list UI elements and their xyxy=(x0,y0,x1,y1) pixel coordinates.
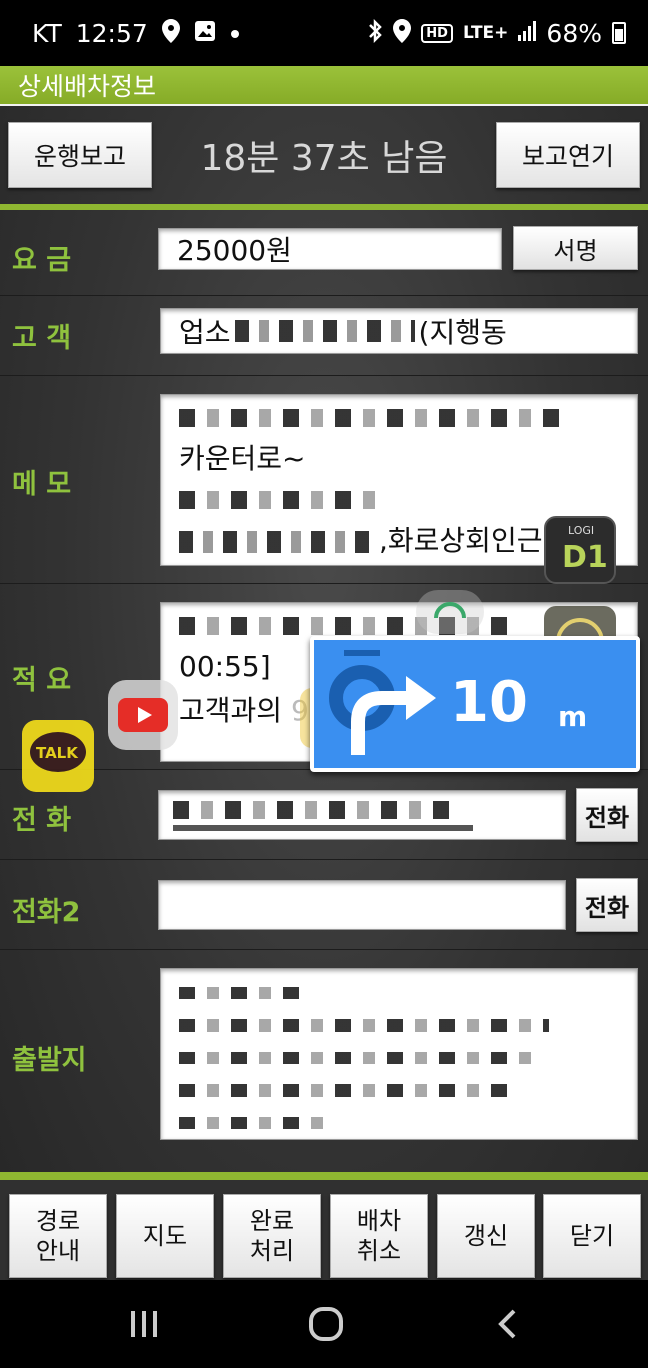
phone-label: 전 화 xyxy=(12,805,72,836)
system-navigation-bar xyxy=(0,1280,648,1368)
memo-line-2: 카운터로~ xyxy=(179,442,306,475)
redacted-text xyxy=(179,1084,519,1097)
summary-line-2: 00:55] xyxy=(179,650,271,683)
summary-label: 적 요 xyxy=(12,665,72,696)
clock: 12:57 xyxy=(75,18,148,48)
signal-icon xyxy=(518,20,537,46)
customer-suffix: (지행동 xyxy=(418,316,507,349)
kakaotalk-icon[interactable]: TALK xyxy=(22,720,94,792)
complete-button[interactable]: 완료 처리 xyxy=(223,1194,321,1278)
redacted-text xyxy=(179,1116,329,1130)
customer-prefix: 업소 xyxy=(179,316,231,349)
phone-row: 전 화 전화 xyxy=(0,770,648,860)
logi-app-bubble[interactable]: LOGI D1 xyxy=(544,516,616,584)
back-icon[interactable] xyxy=(478,1302,538,1346)
driving-report-button[interactable]: 운행보고 xyxy=(8,122,152,188)
redacted-text xyxy=(179,1051,539,1065)
customer-row: 고 객 업소 (지행동 xyxy=(0,288,648,376)
departure-label: 출발지 xyxy=(12,1045,87,1076)
battery-percent: 68% xyxy=(546,18,602,48)
navigation-turn-widget[interactable]: 10 m xyxy=(310,636,640,772)
sign-button[interactable]: 서명 xyxy=(513,226,638,270)
hd-badge: HD xyxy=(421,23,453,43)
logi-label: LOGI xyxy=(568,524,595,537)
network-type: LTE+ xyxy=(462,23,509,43)
postpone-report-button[interactable]: 보고연기 xyxy=(496,122,640,188)
talk-label: TALK xyxy=(36,744,78,762)
top-panel: 운행보고 18분 37초 남음 보고연기 xyxy=(0,106,648,210)
youtube-icon[interactable] xyxy=(108,680,178,750)
customer-label: 고 객 xyxy=(12,323,72,354)
home-icon[interactable] xyxy=(296,1302,356,1346)
maps-bubble-icon[interactable] xyxy=(416,590,484,634)
customer-field[interactable]: 업소 (지행동 xyxy=(160,308,638,354)
call-button[interactable]: 전화 xyxy=(576,788,638,842)
page-title: 상세배차정보 xyxy=(0,66,648,106)
turn-distance-unit: m xyxy=(558,700,588,733)
cancel-dispatch-button[interactable]: 배차 취소 xyxy=(330,1194,428,1278)
memo-label: 메 모 xyxy=(12,469,72,500)
close-button[interactable]: 닫기 xyxy=(543,1194,641,1278)
redacted-text xyxy=(173,825,473,831)
fare-label: 요 금 xyxy=(12,245,72,276)
battery-icon xyxy=(612,22,626,44)
phone2-field[interactable] xyxy=(158,880,566,930)
redacted-text xyxy=(179,409,559,427)
remaining-timer: 18분 37초 남음 xyxy=(200,138,448,179)
fare-field[interactable]: 25000원 xyxy=(158,228,502,270)
redacted-text xyxy=(179,987,309,1000)
bottom-action-bar: 경로 안내 지도 완료 처리 배차 취소 갱신 닫기 xyxy=(0,1172,648,1280)
bluetooth-icon xyxy=(367,18,383,48)
memo-line-4-suffix: ,화로상회인근 xyxy=(379,524,543,557)
location-pin-icon xyxy=(161,18,180,48)
location-icon xyxy=(393,18,412,48)
phone-field[interactable] xyxy=(158,790,566,840)
departure-field[interactable] xyxy=(160,968,638,1140)
call2-button[interactable]: 전화 xyxy=(576,878,638,932)
gallery-icon xyxy=(194,20,216,47)
fare-row: 요 금 25000원 서명 xyxy=(0,216,648,296)
refresh-button[interactable]: 갱신 xyxy=(437,1194,535,1278)
dot-icon xyxy=(230,22,240,44)
redacted-text xyxy=(234,320,415,342)
summary-line-3-prefix: 고객과의 xyxy=(179,694,283,727)
turn-distance: 10 xyxy=(450,670,528,735)
turn-right-icon xyxy=(329,650,436,755)
carrier-label: KT xyxy=(32,18,62,48)
map-button[interactable]: 지도 xyxy=(116,1194,214,1278)
phone2-row: 전화2 전화 xyxy=(0,860,648,950)
status-bar: KT 12:57 HD LTE+ 68% xyxy=(0,0,648,66)
logi-sub-label: D1 xyxy=(562,540,608,575)
memo-line-4: ,화로상회인근 xyxy=(179,519,542,563)
redacted-text xyxy=(179,491,379,509)
departure-row: 출발지 xyxy=(0,950,648,1160)
phone2-label: 전화2 xyxy=(12,897,81,928)
recent-apps-icon[interactable] xyxy=(114,1302,174,1346)
redacted-text xyxy=(179,531,379,553)
redacted-text xyxy=(179,1019,549,1032)
redacted-text xyxy=(173,801,453,819)
route-guide-button[interactable]: 경로 안내 xyxy=(9,1194,107,1278)
